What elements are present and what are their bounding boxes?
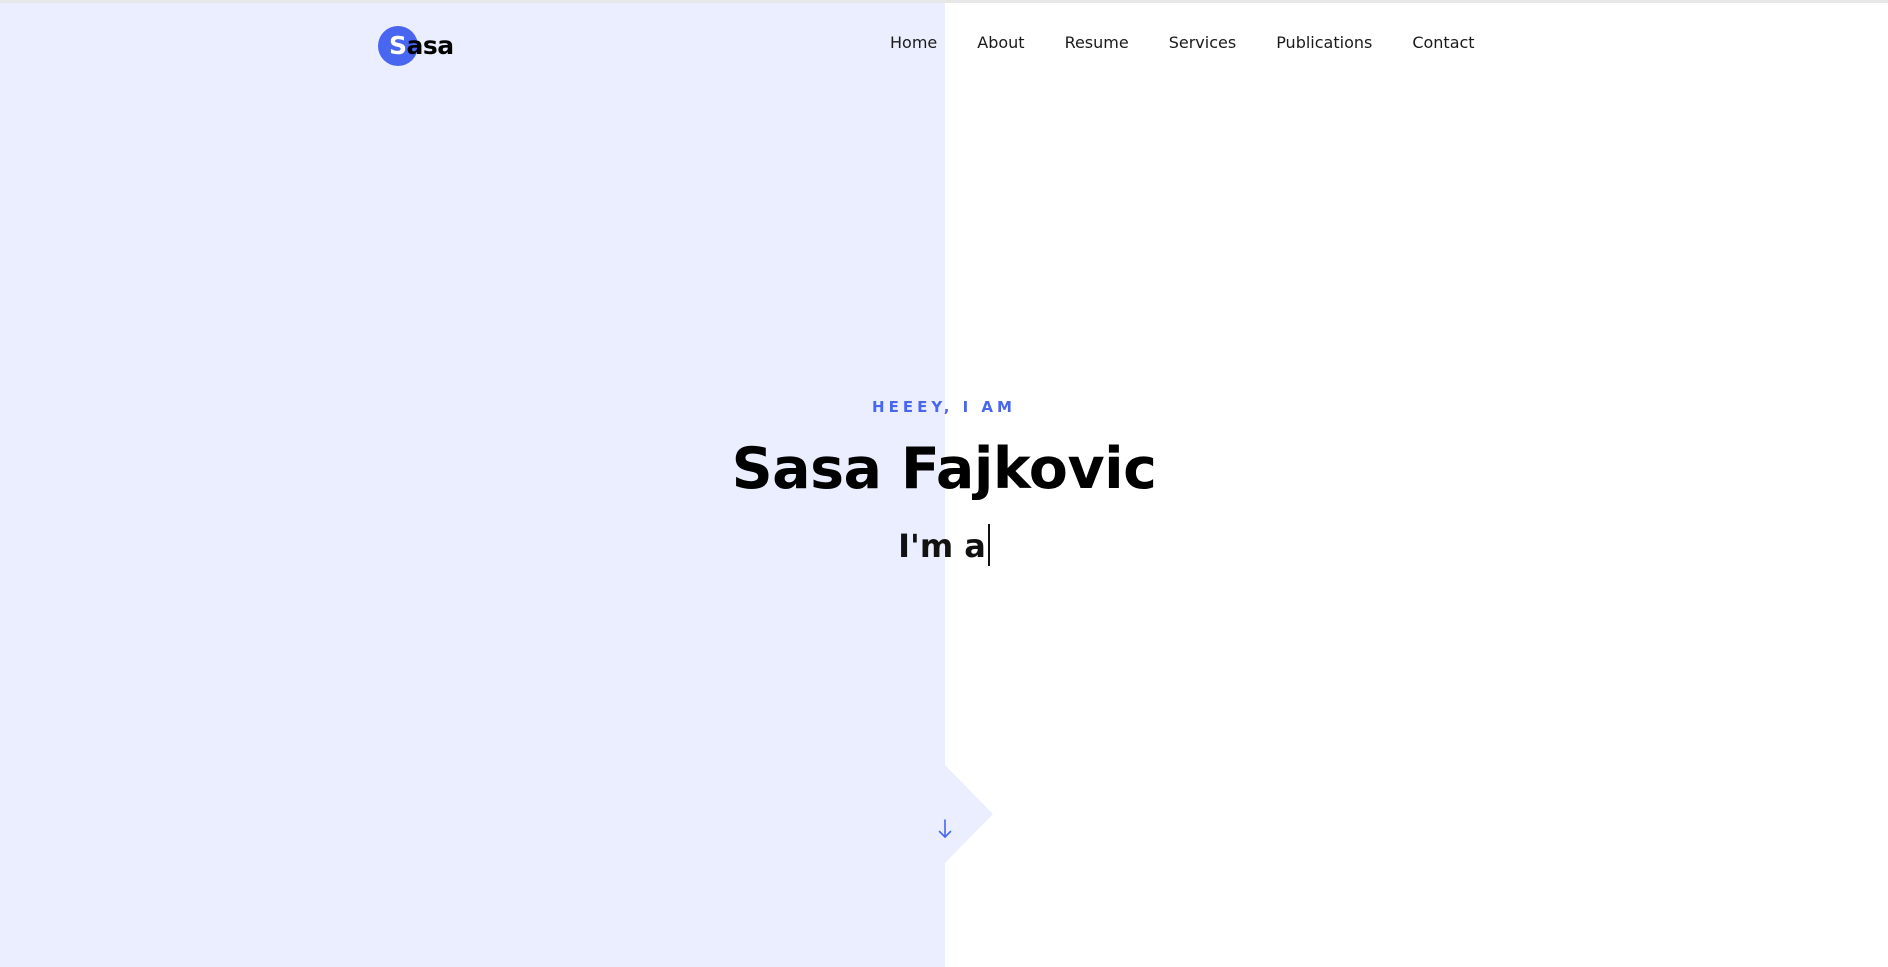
main-nav: Home About Resume Services Publications … [890,30,1475,56]
nav-item-about[interactable]: About [977,30,1024,56]
nav-item-home[interactable]: Home [890,30,937,56]
nav-item-contact[interactable]: Contact [1412,30,1474,56]
logo-text: Sasa [389,26,454,66]
nav-item-resume[interactable]: Resume [1065,30,1129,56]
top-border [0,0,1888,3]
nav-item-services[interactable]: Services [1169,30,1236,56]
hero-background-panel [0,3,945,967]
logo-rest: asa [406,31,455,60]
scroll-down-button[interactable] [933,816,957,842]
logo[interactable]: Sasa [378,26,454,66]
panel-notch [945,765,993,863]
typing-cursor [987,524,990,566]
arrow-down-icon [938,819,952,839]
logo-initial: S [389,31,407,60]
page: Sasa Home About Resume Services Publicat… [0,0,1888,967]
nav-item-publications[interactable]: Publications [1276,30,1372,56]
